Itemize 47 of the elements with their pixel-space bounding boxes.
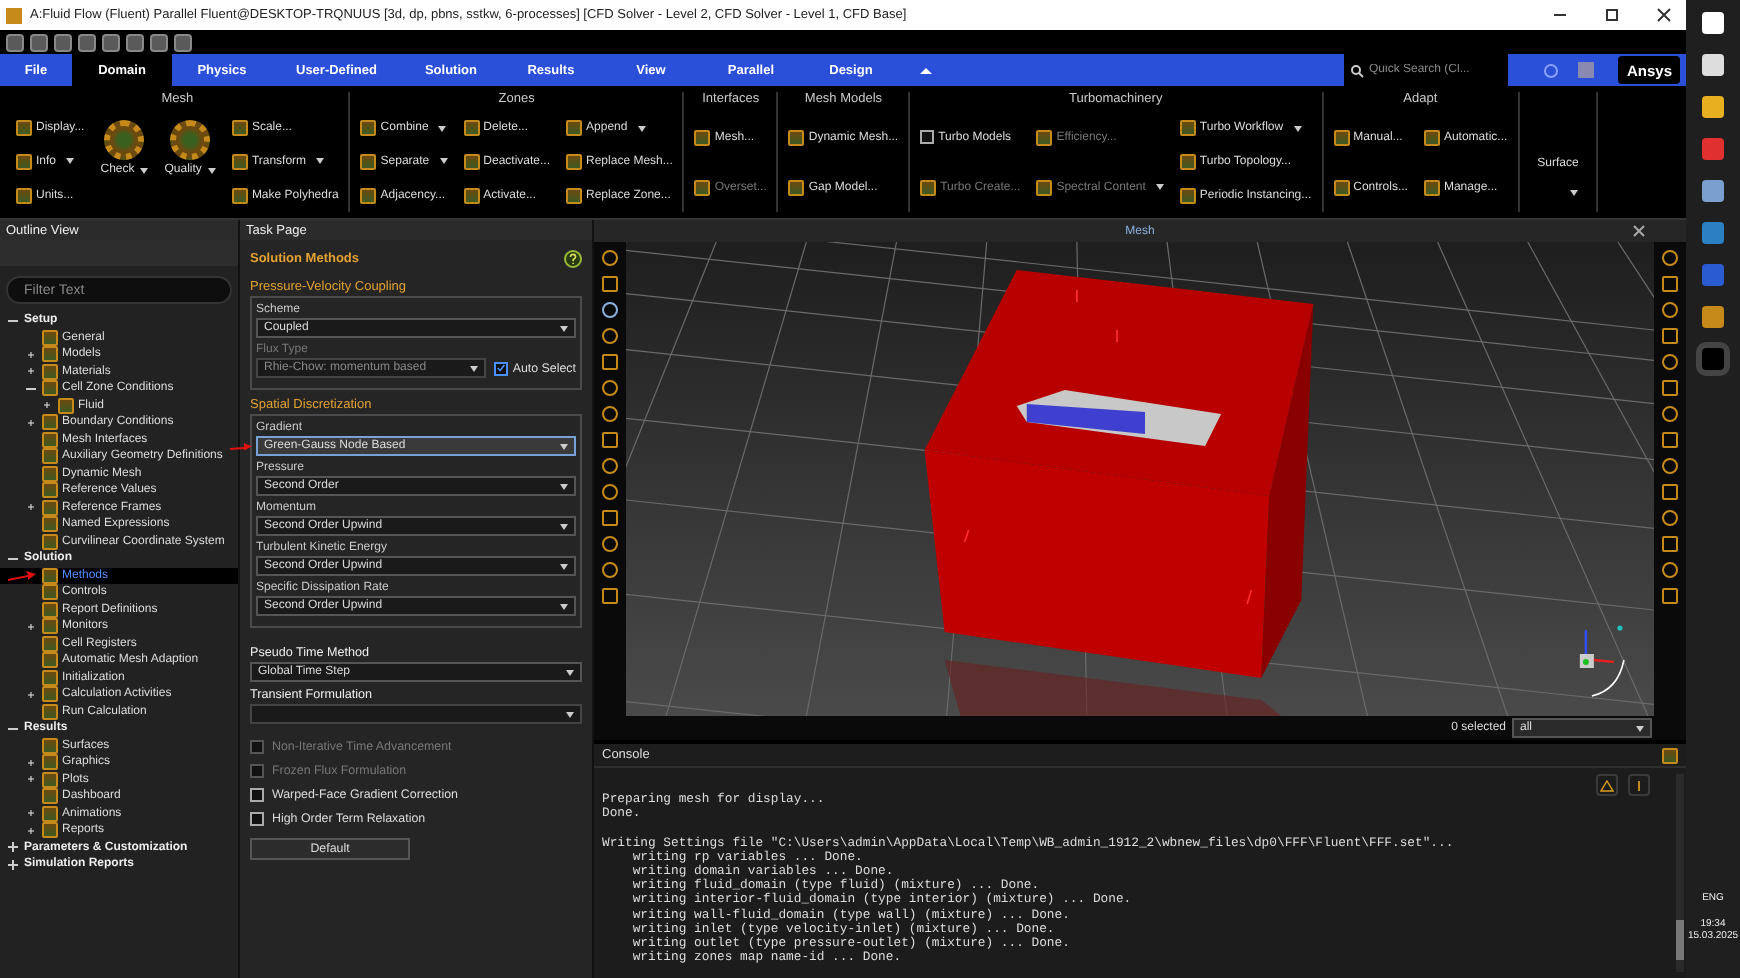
warning-icon[interactable]: [1596, 774, 1618, 796]
checkbox-icon: [250, 787, 264, 801]
search-icon: [1350, 63, 1365, 77]
caret-icon: [560, 483, 568, 489]
app-icon: [6, 7, 22, 23]
help-icon[interactable]: [564, 250, 582, 268]
checkbox-icon: [250, 763, 264, 777]
caret-icon: [566, 711, 574, 717]
grid-icon: [1333, 179, 1350, 195]
caret-icon: [560, 603, 568, 609]
grid-icon: [1036, 129, 1053, 145]
expand-toggle[interactable]: [7, 553, 17, 564]
grid-icon: [920, 179, 937, 195]
caret-icon: [560, 325, 568, 331]
caret-icon: [560, 443, 568, 449]
checkbox-icon: [494, 361, 509, 375]
taskbar-icon[interactable]: [1702, 96, 1724, 118]
taskbar-icon[interactable]: [1702, 222, 1724, 244]
expand-toggle[interactable]: [7, 723, 17, 734]
checkbox-icon: [920, 130, 935, 144]
taskbar-icon[interactable]: [1702, 306, 1724, 328]
caret-icon: [560, 523, 568, 529]
expand-toggle[interactable]: [7, 315, 17, 326]
collapse-icon[interactable]: [920, 67, 933, 73]
taskbar-icon[interactable]: [1702, 180, 1724, 202]
checkbox-icon: [250, 739, 264, 753]
grid-icon: [1036, 179, 1053, 195]
caret-icon: [1636, 725, 1644, 731]
grid-icon: [1423, 179, 1440, 195]
gauge-icon: [170, 120, 211, 160]
taskbar-icon[interactable]: [1702, 54, 1724, 76]
info-icon[interactable]: [1628, 774, 1650, 796]
grid-icon: [694, 179, 711, 195]
taskbar-icon[interactable]: [1702, 138, 1724, 160]
grid-icon[interactable]: [1662, 747, 1678, 763]
taskbar-icon[interactable]: [1702, 12, 1724, 34]
caret-icon: [566, 669, 574, 675]
grid-icon: [788, 179, 805, 195]
checkbox-icon: [250, 811, 264, 825]
caret-icon: [560, 563, 568, 569]
close-icon[interactable]: [1632, 224, 1646, 238]
grid-icon: [1423, 129, 1440, 145]
grid-icon: [694, 129, 711, 145]
grid-icon: [1333, 129, 1350, 145]
caret-icon: [470, 365, 479, 371]
gauge-icon: [104, 120, 145, 160]
grid-icon: [788, 129, 805, 145]
